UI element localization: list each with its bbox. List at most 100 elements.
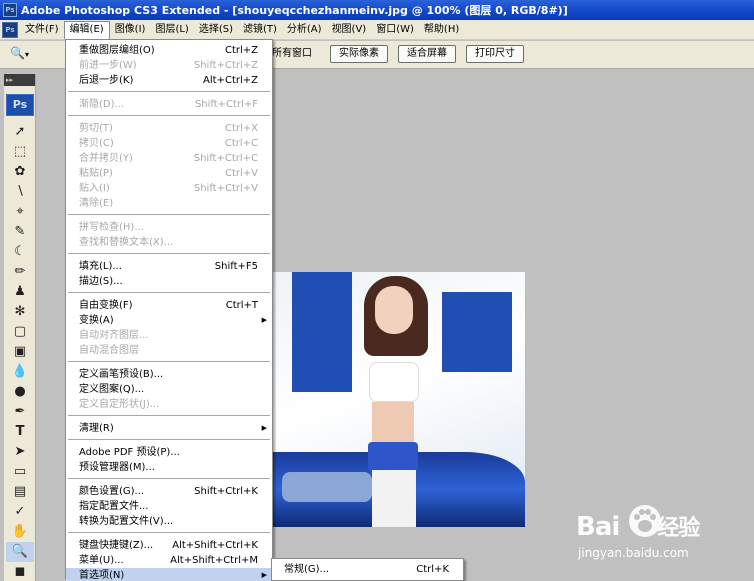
menu-item-8-1[interactable]: 预设管理器(M)...: [66, 460, 272, 475]
menu-item-general-preferences[interactable]: 常规(G)... Ctrl+K: [272, 562, 463, 577]
menu-item-shortcut: Ctrl+V: [224, 168, 258, 179]
menu-item-3-0: 拼写检查(H)...: [66, 220, 272, 235]
menu-0[interactable]: 文件(F): [20, 21, 64, 39]
blur-tool-icon[interactable]: 💧: [6, 362, 34, 382]
clone-stamp-icon[interactable]: ♟: [6, 282, 34, 302]
menu-item-6-0[interactable]: 定义画笔预设(B)...: [66, 367, 272, 382]
menu-4[interactable]: 选择(S): [194, 21, 238, 39]
menu-item-1-0: 渐隐(D)... Shift+Ctrl+F: [66, 97, 272, 112]
menu-item-0-2[interactable]: 后退一步(K) Alt+Ctrl+Z: [66, 73, 272, 88]
menu-1[interactable]: 编辑(E): [63, 20, 110, 39]
menu-item-5-1[interactable]: 变换(A) ▶: [66, 313, 272, 328]
fit-screen-button[interactable]: 适合屏幕: [398, 45, 456, 63]
menu-item-3-1: 查找和替换文本(X)...: [66, 235, 272, 250]
app-icon: Ps: [3, 3, 17, 17]
hand-tool-icon[interactable]: ✋: [6, 522, 34, 542]
menu-item-10-2[interactable]: 首选项(N) ▶: [66, 568, 272, 581]
menu-item-2-2: 合并拷贝(Y) Shift+Ctrl+C: [66, 151, 272, 166]
brush-tool-icon[interactable]: ✏: [6, 262, 34, 282]
watermark-url: jingyan.baidu.com: [578, 546, 689, 560]
window-title: Adobe Photoshop CS3 Extended - [shouyeqc…: [21, 4, 568, 17]
menu-item-9-1[interactable]: 指定配置文件...: [66, 499, 272, 514]
dodge-tool-icon[interactable]: ●: [6, 382, 34, 402]
menu-item-6-1[interactable]: 定义图案(Q)...: [66, 382, 272, 397]
menu-item-label: Adobe PDF 预设(P)...: [79, 447, 180, 458]
menu-3[interactable]: 图层(L): [150, 21, 193, 39]
menu-item-label: 渐隐(D)...: [79, 99, 125, 110]
print-size-button[interactable]: 打印尺寸: [466, 45, 524, 63]
shape-tool-icon[interactable]: ▭: [6, 462, 34, 482]
menu-item-label: 定义图案(Q)...: [79, 384, 145, 395]
menu-item-0-0[interactable]: 重做图层编组(O) Ctrl+Z: [66, 43, 272, 58]
menu-item-10-0[interactable]: 键盘快捷键(Z)... Alt+Shift+Ctrl+K: [66, 538, 272, 553]
model-shorts: [368, 442, 418, 472]
menu-5[interactable]: 滤镜(T): [238, 21, 282, 39]
ps-menu-icon[interactable]: Ps: [2, 21, 18, 38]
menu-item-4-0[interactable]: 填充(L)... Shift+F5: [66, 259, 272, 274]
menu-8[interactable]: 窗口(W): [371, 21, 419, 39]
slice-tool-icon[interactable]: ✎: [6, 222, 34, 242]
resize-all-windows-label[interactable]: 所有窗口: [272, 46, 312, 62]
menu-separator: [68, 478, 270, 479]
history-brush-icon[interactable]: ✻: [6, 302, 34, 322]
zoom-tool-icon[interactable]: 🔍: [6, 542, 34, 562]
marquee-tool-icon[interactable]: ⬚: [6, 142, 34, 162]
zoom-icon: 🔍: [10, 46, 25, 60]
menu-item-label: 定义自定形状(J)...: [79, 399, 160, 410]
menu-item-shortcut: Shift+Ctrl+F: [194, 99, 258, 110]
document-canvas[interactable]: [272, 272, 525, 527]
gradient-tool-icon[interactable]: ▣: [6, 342, 34, 362]
toolbox: ▸▸ Ps ➚ ⬚ ✿ ∖ ⌖ ✎ ☾ ✏ ♟ ✻ ▢ ▣ 💧 ● ✒ T ➤ …: [4, 74, 36, 581]
model-legs: [372, 470, 416, 527]
healing-brush-icon[interactable]: ☾: [6, 242, 34, 262]
menu-9[interactable]: 帮助(H): [419, 21, 464, 39]
backdrop-panel: [292, 272, 352, 392]
pen-tool-icon[interactable]: ✒: [6, 402, 34, 422]
menu-separator: [68, 253, 270, 254]
menu-7[interactable]: 视图(V): [327, 21, 372, 39]
eraser-tool-icon[interactable]: ▢: [6, 322, 34, 342]
menu-item-shortcut: Alt+Shift+Ctrl+M: [170, 555, 258, 566]
menu-item-7-0[interactable]: 清理(R) ▶: [66, 421, 272, 436]
menu-item-label: 清理(R): [79, 423, 114, 434]
submenu-arrow-icon: ▶: [261, 571, 267, 579]
menu-item-label: 拼写检查(H)...: [79, 222, 144, 233]
menu-item-shortcut: Shift+Ctrl+Z: [193, 60, 258, 71]
menu-item-label: 清除(E): [79, 198, 114, 209]
menu-item-label: 菜单(U)...: [79, 555, 124, 566]
menu-item-2-5: 清除(E): [66, 196, 272, 211]
actual-pixels-button[interactable]: 实际像素: [330, 45, 388, 63]
menu-item-5-0[interactable]: 自由变换(F) Ctrl+T: [66, 298, 272, 313]
type-tool-icon[interactable]: T: [6, 422, 34, 442]
menu-item-10-1[interactable]: 菜单(U)... Alt+Shift+Ctrl+M: [66, 553, 272, 568]
menu-2[interactable]: 图像(I): [110, 21, 151, 39]
menu-item-label: 描边(S)...: [79, 276, 123, 287]
menu-6[interactable]: 分析(A): [282, 21, 327, 39]
menu-item-label: 查找和替换文本(X)...: [79, 237, 174, 248]
toolbox-grip[interactable]: ▸▸: [4, 74, 35, 86]
menu-separator: [68, 214, 270, 215]
backdrop-panel: [442, 292, 512, 372]
magic-wand-tool-icon[interactable]: ∖: [6, 182, 34, 202]
menu-item-label: 粘贴(P): [79, 168, 113, 179]
ps-logo[interactable]: Ps: [6, 94, 34, 116]
path-selection-icon[interactable]: ➤: [6, 442, 34, 462]
notes-tool-icon[interactable]: ▤: [6, 482, 34, 502]
crop-tool-icon[interactable]: ⌖: [6, 202, 34, 222]
menu-item-5-3: 自动混合图层: [66, 343, 272, 358]
preferences-submenu: 常规(G)... Ctrl+K: [271, 558, 464, 581]
menu-item-2-3: 粘贴(P) Ctrl+V: [66, 166, 272, 181]
color-swatches-icon[interactable]: ◼: [6, 562, 34, 581]
menu-separator: [68, 532, 270, 533]
menu-item-4-1[interactable]: 描边(S)...: [66, 274, 272, 289]
menu-item-9-0[interactable]: 颜色设置(G)... Shift+Ctrl+K: [66, 484, 272, 499]
menu-item-9-2[interactable]: 转换为配置文件(V)...: [66, 514, 272, 529]
eyedropper-tool-icon[interactable]: ✓: [6, 502, 34, 522]
zoom-tool-preset[interactable]: 🔍▾: [10, 46, 40, 64]
menu-item-label: 颜色设置(G)...: [79, 486, 145, 497]
lasso-tool-icon[interactable]: ✿: [6, 162, 34, 182]
menu-item-8-0[interactable]: Adobe PDF 预设(P)...: [66, 445, 272, 460]
move-tool-icon[interactable]: ➚: [6, 122, 34, 142]
car-window: [282, 472, 372, 502]
model-waist: [372, 402, 414, 442]
